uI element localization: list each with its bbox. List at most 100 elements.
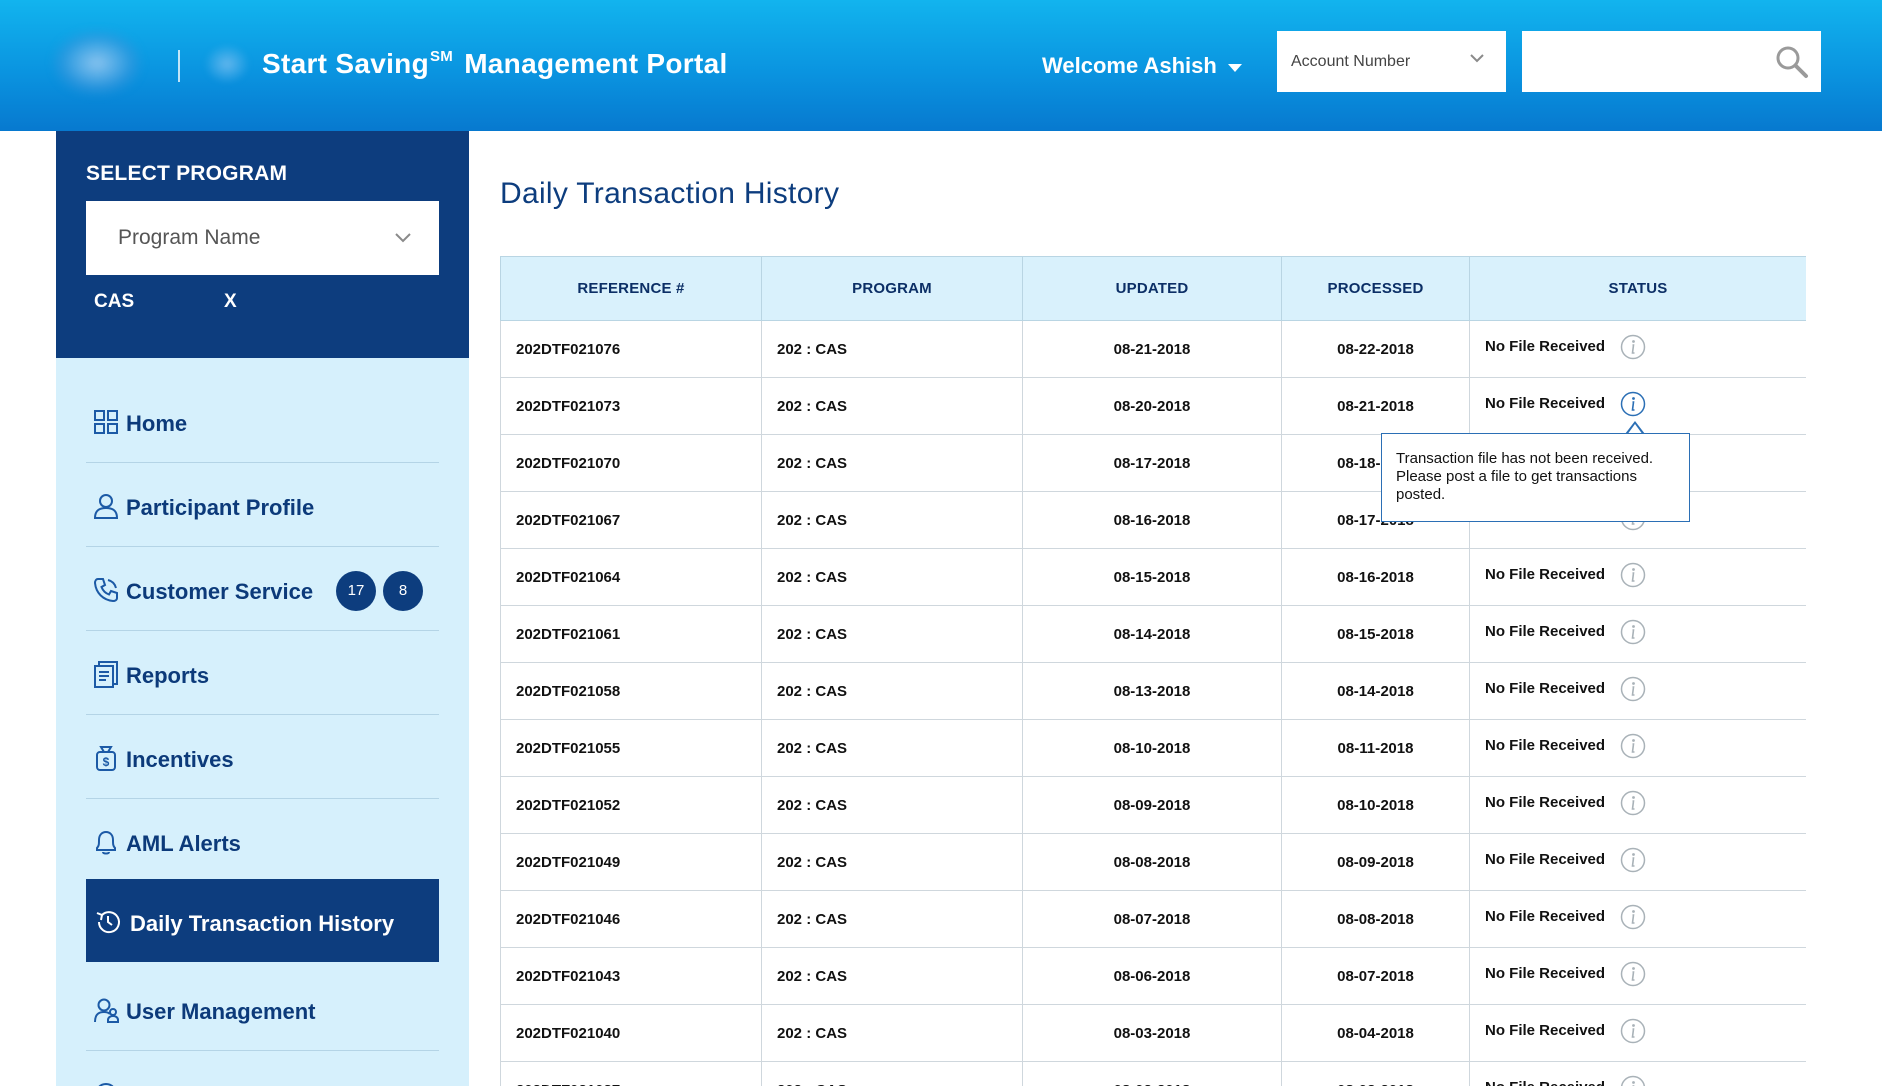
- processed-cell: 08-14-2018: [1281, 662, 1470, 720]
- processed-cell: 08-22-2018: [1281, 320, 1470, 378]
- info-icon[interactable]: [1620, 334, 1646, 360]
- sidebar-item-home[interactable]: Home: [86, 379, 439, 463]
- reference-cell: 202DTF021067: [500, 491, 762, 549]
- sidebar-item-incentives[interactable]: $ Incentives: [86, 715, 439, 799]
- search-icon[interactable]: [1775, 45, 1809, 79]
- updated-cell: 08-15-2018: [1022, 548, 1282, 606]
- brand-mark: [204, 44, 250, 84]
- sidebar-item-user-management[interactable]: User Management: [86, 967, 439, 1051]
- user-menu[interactable]: Welcome Ashish: [1042, 53, 1217, 79]
- caret-down-icon[interactable]: [1228, 64, 1242, 72]
- info-icon[interactable]: [1620, 1075, 1646, 1086]
- table-row[interactable]: 202DTF021055 202 : CAS 08-10-2018 08-11-201…: [500, 719, 1806, 777]
- table-row[interactable]: 202DTF021046 202 : CAS 08-07-2018 08-08-201…: [500, 890, 1806, 948]
- info-icon[interactable]: [1620, 619, 1646, 645]
- sidebar-item-reports[interactable]: Reports: [86, 631, 439, 715]
- sidebar-item-label: Participant Profile: [126, 495, 315, 520]
- table-row[interactable]: 202DTF021043 202 : CAS 08-06-2018 08-07-201…: [500, 947, 1806, 1005]
- table-row[interactable]: 202DTF021073 202 : CAS 08-20-2018 08-21-201…: [500, 377, 1806, 435]
- status-text: No File Received: [1485, 622, 1606, 640]
- sidebar-item-label: Reports: [126, 663, 210, 688]
- table-row[interactable]: 202DTF021037202 : CAS08-02-201808-03-201…: [500, 1061, 1806, 1086]
- info-icon[interactable]: [1620, 790, 1646, 816]
- info-icon[interactable]: [1620, 847, 1646, 873]
- reference-cell: 202DTF021046: [500, 890, 762, 948]
- reference-cell: 202DTF021043: [500, 947, 762, 1005]
- chevron-down-icon: [1470, 54, 1484, 63]
- status-tooltip: Transaction file has not been received. …: [1381, 433, 1690, 522]
- processed-cell: 08-15-2018: [1281, 605, 1470, 663]
- users-icon: [94, 998, 119, 1023]
- info-icon[interactable]: [1620, 391, 1646, 417]
- program-select-label: Program Name: [118, 226, 261, 249]
- phone-icon: [93, 578, 118, 603]
- header-divider: [178, 50, 180, 82]
- partial-nav-icon: [98, 1083, 114, 1086]
- table-row[interactable]: 202DTF021076 202 : CAS 08-21-2018 08-22-201…: [500, 320, 1806, 378]
- search-input[interactable]: [1532, 41, 1762, 81]
- reference-cell: 202DTF021049: [500, 833, 762, 891]
- program-cell: 202 : CAS: [761, 1061, 1023, 1086]
- status-text: No File Received: [1485, 1079, 1605, 1086]
- status-cell: No File Received: [1469, 890, 1806, 948]
- program-cell: 202 : CAS: [761, 890, 1023, 948]
- program-name-select[interactable]: Program Name: [86, 201, 439, 275]
- status-cell: No File Received: [1469, 320, 1806, 378]
- status-text: No File Received: [1485, 565, 1606, 583]
- sidebar-item-partial[interactable]: [86, 1051, 439, 1086]
- processed-cell: 08-07-2018: [1281, 947, 1470, 1005]
- updated-cell: 08-21-2018: [1022, 320, 1282, 378]
- remove-program-button[interactable]: X: [224, 291, 237, 313]
- updated-cell: 08-07-2018: [1022, 890, 1282, 948]
- table-row[interactable]: 202DTF021064 202 : CAS 08-15-2018 08-16-201…: [500, 548, 1806, 606]
- reference-cell: 202DTF021061: [500, 605, 762, 663]
- info-icon[interactable]: [1620, 904, 1646, 930]
- column-header-reference[interactable]: REFERENCE #: [500, 256, 762, 321]
- column-header-processed[interactable]: PROCESSED: [1281, 256, 1470, 321]
- status-text: No File Received: [1485, 679, 1606, 697]
- info-icon[interactable]: [1620, 562, 1646, 588]
- info-icon[interactable]: [1620, 961, 1646, 987]
- program-cell: 202 : CAS: [761, 605, 1023, 663]
- reference-cell: 202DTF021076: [500, 320, 762, 378]
- updated-cell: 08-08-2018: [1022, 833, 1282, 891]
- table-row[interactable]: 202DTF021040 202 : CAS 08-03-2018 08-04-201…: [500, 1004, 1806, 1062]
- brand-logo[interactable]: [52, 30, 142, 96]
- column-header-program[interactable]: PROGRAM: [761, 256, 1023, 321]
- document-icon: [94, 661, 118, 688]
- table-row[interactable]: 202DTF021061 202 : CAS 08-14-2018 08-15-201…: [500, 605, 1806, 663]
- account-number-select[interactable]: Account Number: [1277, 31, 1506, 92]
- select-program-title: SELECT PROGRAM: [86, 162, 288, 185]
- sidebar-item-participant-profile[interactable]: Participant Profile: [86, 463, 439, 547]
- info-icon[interactable]: [1620, 676, 1646, 702]
- status-text: No File Received: [1485, 736, 1606, 754]
- status-text: No File Received: [1485, 850, 1606, 868]
- status-cell: No File Received: [1469, 947, 1806, 1005]
- reference-cell: 202DTF021058: [500, 662, 762, 720]
- table-row[interactable]: 202DTF021052 202 : CAS 08-09-2018 08-10-201…: [500, 776, 1806, 834]
- column-header-status[interactable]: STATUS: [1469, 256, 1806, 321]
- user-icon: [93, 494, 119, 519]
- sidebar-item-aml-alerts[interactable]: AML Alerts: [86, 799, 439, 883]
- sidebar-item-customer-service[interactable]: Customer Service 17 8: [86, 547, 439, 631]
- sidebar-item-daily-transaction-history[interactable]: Daily Transaction History: [86, 879, 439, 962]
- info-icon[interactable]: [1620, 733, 1646, 759]
- updated-cell: 08-20-2018: [1022, 377, 1282, 435]
- column-header-updated[interactable]: UPDATED: [1022, 256, 1282, 321]
- notification-badge[interactable]: 17: [336, 571, 376, 611]
- status-cell: No File Received: [1469, 548, 1806, 606]
- program-cell: 202 : CAS: [761, 320, 1023, 378]
- processed-cell: 08-11-2018: [1281, 719, 1470, 777]
- transaction-table: REFERENCE # PROGRAM UPDATED PROCESSED ST…: [500, 256, 1806, 1086]
- select-program-panel: SELECT PROGRAM Program Name CAS X: [56, 131, 469, 358]
- program-cell: 202 : CAS: [761, 947, 1023, 1005]
- money-bag-icon: $: [96, 746, 116, 771]
- updated-cell: 08-10-2018: [1022, 719, 1282, 777]
- notification-badge[interactable]: 8: [383, 571, 423, 611]
- program-cell: 202 : CAS: [761, 662, 1023, 720]
- table-row[interactable]: 202DTF021049 202 : CAS 08-08-2018 08-09-201…: [500, 833, 1806, 891]
- updated-cell: 08-17-2018: [1022, 434, 1282, 492]
- table-row[interactable]: 202DTF021058 202 : CAS 08-13-2018 08-14-201…: [500, 662, 1806, 720]
- sidebar-item-label: Home: [126, 411, 188, 436]
- info-icon[interactable]: [1620, 1018, 1646, 1044]
